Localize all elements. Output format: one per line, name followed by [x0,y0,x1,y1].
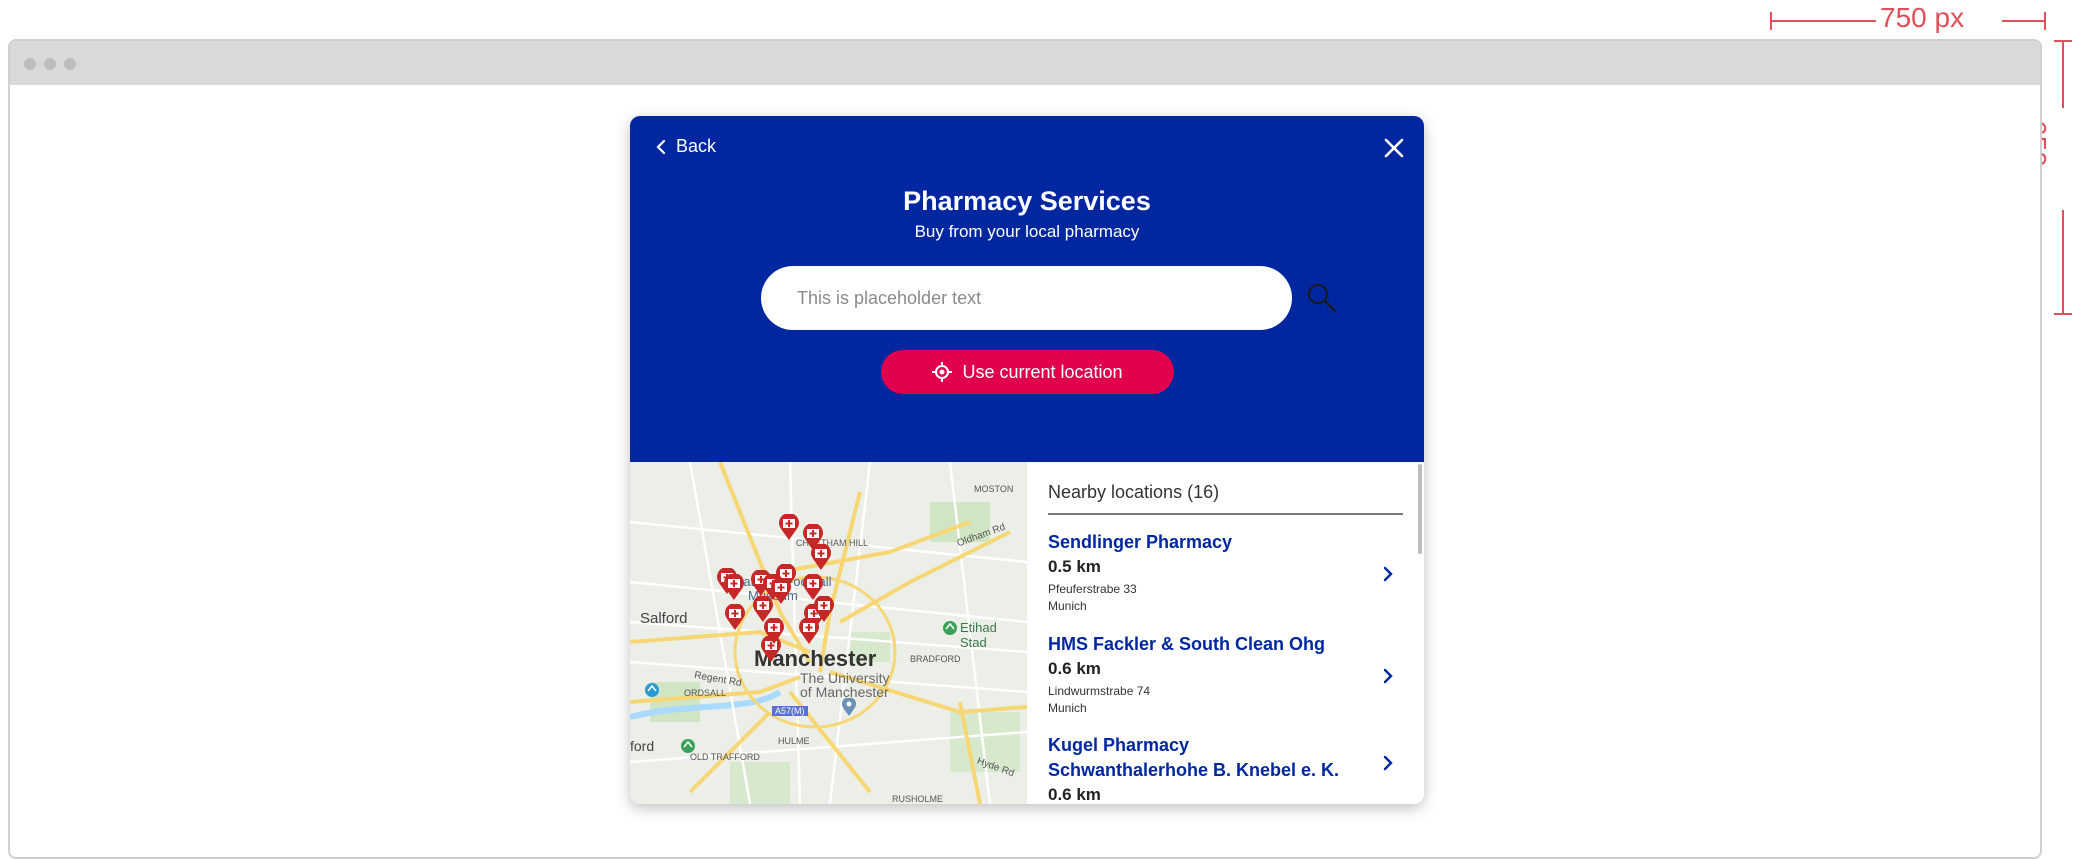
window-dot [44,58,56,70]
search-button[interactable] [1306,282,1338,319]
map-label-a57m: A57(M) [772,706,808,716]
place-marker-icon [681,739,695,753]
back-label: Back [676,136,717,156]
map-label-old-trafford: OLD TRAFFORD [690,752,760,762]
location-distance: 0.6 km [1048,785,1101,804]
nearby-locations-heading: Nearby locations (16) [1048,482,1403,515]
width-dimension-tick-right [2044,12,2046,30]
close-button[interactable] [1382,136,1406,165]
map-label-rusholme: RUSHOLME [892,794,944,804]
pharmacy-pin-icon[interactable] [724,574,744,600]
width-dimension-line-left [1770,20,1876,22]
height-dimension-line-bottom [2062,210,2064,314]
back-button[interactable]: Back [656,136,716,157]
location-name: Sendlinger Pharmacy [1048,532,1233,552]
location-name: Kugel Pharmacy Schwanthalerhohe B. Knebe… [1048,735,1340,780]
window-dot [24,58,36,70]
pharmacy-modal: Back Pharmacy Services Buy from your loc… [630,116,1424,804]
height-dimension-tick-bottom [2054,313,2072,315]
location-street: Lindwurmstrabe 74 [1048,684,1151,698]
page-title: Pharmacy Services [903,186,1151,216]
location-item[interactable]: Kugel Pharmacy Schwanthalerhohe B. Knebe… [1048,733,1403,804]
map-label-hulme: HULME [778,736,810,746]
width-dimension-label: 750 px [1880,2,1965,33]
chevron-left-icon [656,139,666,154]
location-name: HMS Fackler & South Clean Ohg [1048,634,1326,654]
location-distance: 0.5 km [1048,557,1101,576]
window-dot [64,58,76,70]
map-label-etihad: Etihad Stad [960,620,997,650]
location-city: Munich [1048,599,1087,613]
place-marker-icon [645,683,659,697]
map-label-ordsall: ORDSALL [684,688,727,698]
pharmacy-pin-icon[interactable] [764,618,784,644]
location-city: Munich [1048,701,1087,715]
browser-title-bar [10,41,2040,85]
use-current-location-label: Use current location [962,361,1123,382]
map-label-moston: MOSTON [974,484,1014,494]
height-dimension-line-top [2062,40,2064,108]
map-label-ford: ford [630,738,655,754]
use-current-location-button[interactable]: Use current location [881,350,1174,394]
map-label-bradford: BRADFORD [910,654,961,664]
pharmacy-pin-icon[interactable] [779,514,799,540]
page-subtitle: Buy from your local pharmacy [914,222,1140,241]
place-marker-icon [842,698,856,716]
search-input[interactable] [761,266,1292,330]
place-marker-icon [943,621,957,635]
nearby-locations-panel[interactable]: Nearby locations (16) Sendlinger Pharmac… [1027,462,1424,804]
location-item[interactable]: HMS Fackler & South Clean Ohg 0.6 km Lin… [1048,632,1403,717]
width-dimension-line-right [2002,20,2046,22]
close-icon [1384,138,1404,158]
map[interactable]: National Football Museum Salford Manches… [630,462,1027,804]
list-scrollbar[interactable] [1418,464,1422,554]
map-label-salford: Salford [640,610,688,627]
chevron-right-icon [1383,566,1393,582]
pharmacy-pin-icon[interactable] [771,578,791,604]
chevron-right-icon [1383,668,1393,684]
search-icon [1308,284,1337,313]
pharmacy-pin-icon[interactable] [725,604,745,630]
pharmacy-pin-icon[interactable] [814,596,834,622]
pharmacy-pin-icon[interactable] [811,544,831,570]
location-distance: 0.6 km [1048,659,1101,678]
locate-icon [932,362,953,382]
modal-header: Back Pharmacy Services Buy from your loc… [630,116,1424,462]
location-street: Pfeuferstrabe 33 [1048,582,1137,596]
chevron-right-icon [1383,755,1393,771]
width-dimension-tick-left [1770,12,1772,30]
location-item[interactable]: Sendlinger Pharmacy 0.5 km Pfeuferstrabe… [1048,530,1403,615]
